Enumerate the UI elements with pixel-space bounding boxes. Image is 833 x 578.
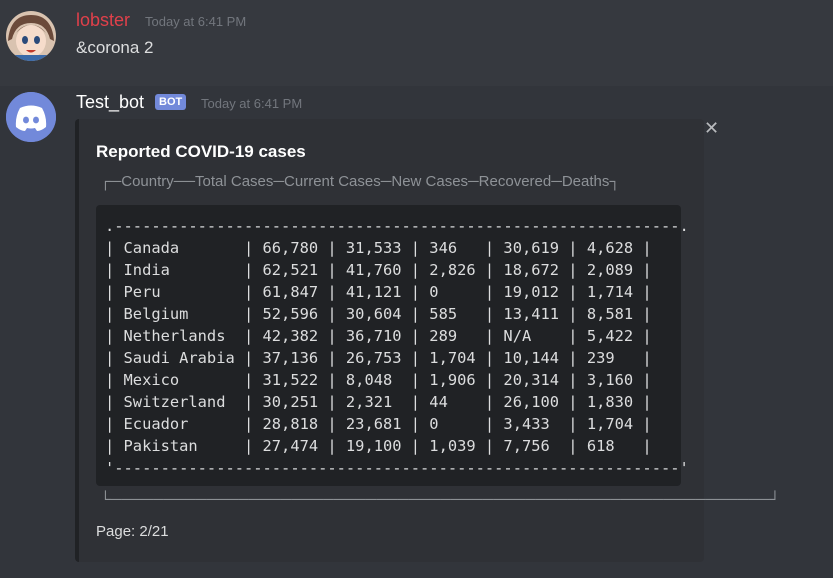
message-content: &corona 2 (76, 38, 154, 57)
author-name[interactable]: lobster (76, 10, 130, 31)
table-row: | Canada | 66,780 | 31,533 | 346 | 30,61… (105, 239, 652, 257)
close-icon[interactable]: ✕ (704, 118, 719, 139)
table-row: | Saudi Arabia | 37,136 | 26,753 | 1,704… (105, 349, 652, 367)
message-test-bot: Test_bot BOT Today at 6:41 PM ✕ Reported… (0, 86, 833, 578)
table-row: | Switzerland | 30,251 | 2,321 | 44 | 26… (105, 393, 652, 411)
table-top-edge: .---------------------------------------… (105, 217, 689, 235)
bot-badge: BOT (155, 94, 187, 110)
table-footer-line: └───────────────────────────────────────… (100, 491, 781, 508)
table-row: | Ecuador | 28,818 | 23,681 | 0 | 3,433 … (105, 415, 652, 433)
discord-logo-icon[interactable] (6, 92, 56, 142)
table-bottom-edge: '---------------------------------------… (105, 459, 689, 477)
anime-avatar-icon[interactable] (6, 11, 56, 61)
table-row: | Belgium | 52,596 | 30,604 | 585 | 13,4… (105, 305, 652, 323)
timestamp: Today at 6:41 PM (145, 14, 247, 29)
code-block: .---------------------------------------… (96, 205, 689, 486)
author-name[interactable]: Test_bot (76, 92, 144, 113)
table-header-line: ┌─Country──Total Cases─Current Cases─New… (100, 173, 620, 190)
table-row: | Pakistan | 27,474 | 19,100 | 1,039 | 7… (105, 437, 652, 455)
table-row: | Peru | 61,847 | 41,121 | 0 | 19,012 | … (105, 283, 652, 301)
table-row: | Mexico | 31,522 | 8,048 | 1,906 | 20,3… (105, 371, 652, 389)
covid-table: .---------------------------------------… (105, 215, 689, 479)
page-indicator: Page: 2/21 (96, 523, 169, 540)
embed-title: Reported COVID-19 cases (96, 142, 306, 161)
table-row: | Netherlands | 42,382 | 36,710 | 289 | … (105, 327, 652, 345)
timestamp: Today at 6:41 PM (201, 96, 303, 111)
table-row: | India | 62,521 | 41,760 | 2,826 | 18,6… (105, 261, 652, 279)
message-lobster: lobster Today at 6:41 PM &corona 2 (0, 0, 833, 84)
embed: Reported COVID-19 cases ┌─Country──Total… (75, 119, 780, 562)
